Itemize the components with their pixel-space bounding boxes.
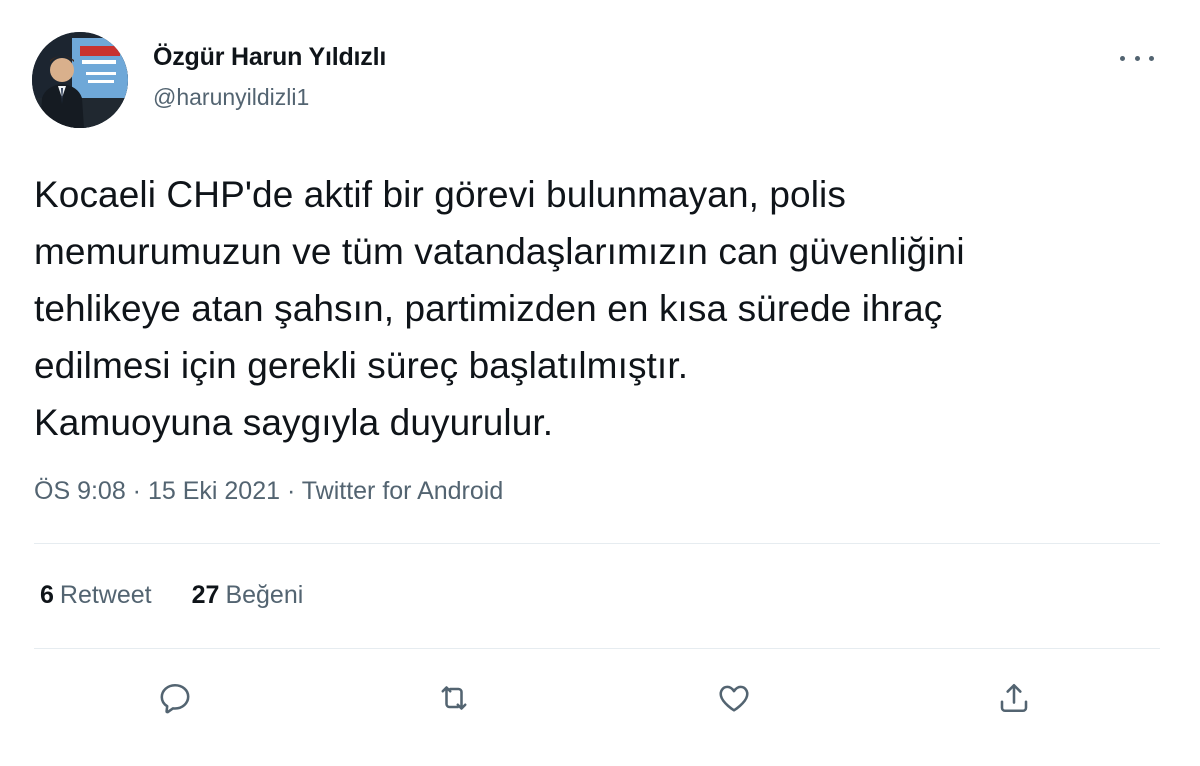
- avatar-image: [32, 32, 128, 128]
- likes-count: 27: [191, 581, 220, 609]
- likes-label: Beğeni: [225, 581, 304, 609]
- user-names: Özgür Harun Yıldızlı @harunyildizli1: [153, 42, 386, 112]
- tweet-stats: 6 Retweet 27 Beğeni: [40, 578, 303, 612]
- retweets-label: Retweet: [59, 581, 152, 609]
- divider: [34, 543, 1160, 544]
- tweet-card: Özgür Harun Yıldızlı @harunyildizli1 Koc…: [0, 0, 1200, 766]
- tweet-meta: ÖS 9:08 · 15 Eki 2021 · Twitter for Andr…: [34, 474, 503, 508]
- tweet-text: Kocaeli CHP'de aktif bir görevi bulunmay…: [34, 166, 1174, 451]
- more-dot-icon: [1149, 55, 1154, 61]
- tweet-text-line: memurumuzun ve tüm vatandaşlarımızın can…: [34, 231, 965, 272]
- retweet-button[interactable]: [426, 670, 482, 726]
- tweet-header: Özgür Harun Yıldızlı @harunyildizli1: [32, 32, 386, 128]
- more-options-button[interactable]: [1120, 48, 1154, 68]
- meta-separator: ·: [125, 477, 148, 505]
- tweet-time[interactable]: ÖS 9:08: [34, 477, 126, 505]
- display-name[interactable]: Özgür Harun Yıldızlı: [153, 42, 386, 72]
- share-button[interactable]: [986, 670, 1042, 726]
- heart-icon: [719, 685, 749, 712]
- reply-icon: [160, 683, 190, 714]
- tweet-text-line: Kocaeli CHP'de aktif bir görevi bulunmay…: [34, 174, 846, 215]
- more-dot-icon: [1120, 55, 1125, 61]
- like-button[interactable]: [706, 670, 762, 726]
- tweet-text-line: tehlikeye atan şahsın, partimizden en kı…: [34, 288, 943, 329]
- tweet-text-line: edilmesi için gerekli süreç başlatılmışt…: [34, 345, 689, 386]
- tweet-date[interactable]: 15 Eki 2021: [148, 477, 280, 505]
- tweet-source[interactable]: Twitter for Android: [302, 477, 503, 505]
- likes-stat[interactable]: 27 Beğeni: [192, 578, 304, 612]
- reply-button[interactable]: [147, 670, 203, 726]
- tweet-text-line: Kamuoyuna saygıyla duyurulur.: [34, 402, 554, 443]
- divider: [34, 648, 1160, 649]
- tweet-actions: [0, 670, 1200, 726]
- user-handle[interactable]: @harunyildizli1: [153, 82, 386, 112]
- avatar[interactable]: [32, 32, 128, 128]
- retweets-stat[interactable]: 6 Retweet: [40, 578, 152, 612]
- retweets-count: 6: [40, 581, 54, 609]
- meta-separator: ·: [280, 477, 302, 505]
- retweet-icon: [441, 686, 467, 710]
- share-icon: [1000, 683, 1028, 713]
- more-dot-icon: [1134, 55, 1140, 61]
